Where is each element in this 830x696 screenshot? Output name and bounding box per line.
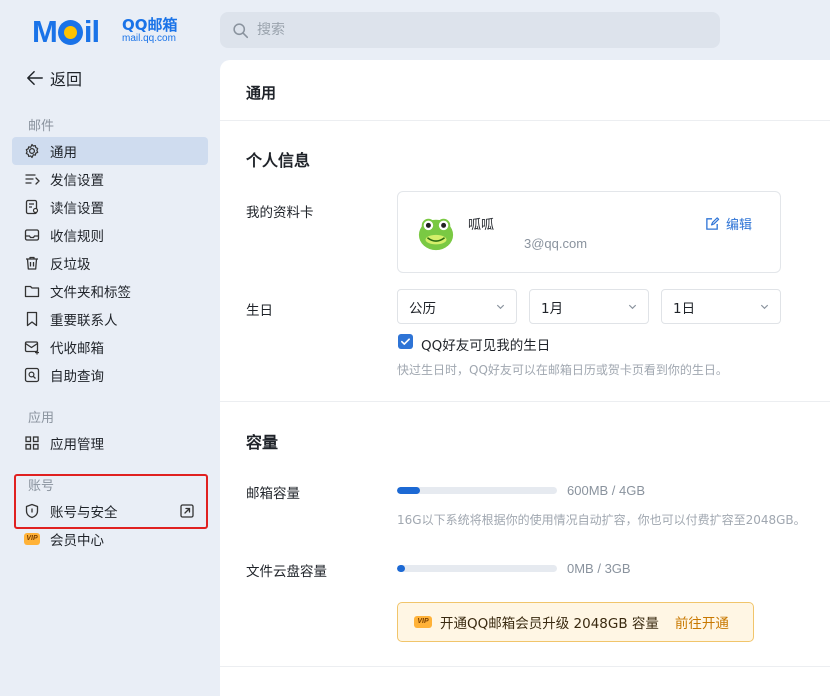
self-query-icon xyxy=(24,367,40,383)
sidebar-item-self-query[interactable]: 自助查询 xyxy=(12,361,208,389)
cloud-disk-capacity-value: 0MB / 3GB xyxy=(567,561,631,576)
sidebar-item-label: 发信设置 xyxy=(50,173,104,189)
mailbox-capacity-bar xyxy=(397,487,557,494)
sidebar-item-folders-tags[interactable]: 文件夹和标签 xyxy=(12,277,208,305)
sidebar-item-vip-center[interactable]: VIP 会员中心 xyxy=(12,525,208,553)
sidebar-item-general[interactable]: 通用 xyxy=(12,137,208,165)
chevron-down-icon xyxy=(760,304,769,310)
avatar xyxy=(418,218,454,251)
mailbox-collect-icon xyxy=(24,339,40,355)
email-address: 3@qq.com xyxy=(524,236,588,251)
cloud-disk-capacity-bar xyxy=(397,565,557,572)
nickname: 呱呱 xyxy=(468,218,495,233)
grid-icon xyxy=(24,435,40,451)
inbox-rules-icon xyxy=(24,227,40,243)
shield-icon xyxy=(24,503,40,519)
arrow-left-icon xyxy=(27,70,43,86)
sidebar-item-label: 重要联系人 xyxy=(50,313,118,329)
back-button[interactable]: 返回 xyxy=(26,66,82,90)
search-bar[interactable] xyxy=(220,12,720,48)
sidebar-item-label: 会员中心 xyxy=(50,533,104,549)
sidebar-item-label: 读信设置 xyxy=(50,201,104,217)
logo-brand-name: QQ邮箱 xyxy=(122,16,178,34)
settings-panel: 通用 个人信息 我的资料卡 呱呱 3@qq.com 编辑 生日 公历 1月 1日 xyxy=(220,60,830,696)
cloud-disk-capacity-label: 文件云盘容量 xyxy=(246,564,327,580)
chevron-down-icon xyxy=(496,304,505,310)
vip-upgrade-link[interactable]: 前往开通 xyxy=(675,612,729,632)
bookmark-icon xyxy=(24,311,40,327)
birthday-visible-label[interactable]: QQ好友可见我的生日 xyxy=(421,334,550,354)
logo-url: mail.qq.com xyxy=(122,33,176,44)
sidebar-item-anti-spam[interactable]: 反垃圾 xyxy=(12,249,208,277)
birthday-label: 生日 xyxy=(246,303,273,319)
page-title: 通用 xyxy=(246,84,277,102)
chevron-down-icon xyxy=(628,304,637,310)
section-label-mail: 邮件 xyxy=(28,119,55,134)
vip-upgrade-banner[interactable]: VIP 开通QQ邮箱会员升级 2048GB 容量 前往开通 xyxy=(397,602,754,642)
sidebar-item-label: 文件夹和标签 xyxy=(50,285,131,301)
calendar-type-value: 公历 xyxy=(409,300,436,317)
sidebar-item-read-settings[interactable]: 读信设置 xyxy=(12,193,208,221)
edit-label: 编辑 xyxy=(726,218,753,233)
sidebar-item-inbox-rules[interactable]: 收信规则 xyxy=(12,221,208,249)
birthday-day-select[interactable]: 1日 xyxy=(661,289,781,324)
mailbox-capacity-hint: 16G以下系统将根据你的使用情况自动扩容，你也可以付费扩容至2048GB。 xyxy=(397,513,806,527)
mailbox-capacity-value: 600MB / 4GB xyxy=(567,483,646,498)
divider xyxy=(220,401,830,402)
search-input[interactable] xyxy=(257,22,697,38)
logo-wordmark: Mil xyxy=(32,14,100,49)
profile-card: 呱呱 3@qq.com 编辑 xyxy=(397,191,781,273)
sidebar-item-label: 通用 xyxy=(50,145,77,161)
sidebar-item-label: 自助查询 xyxy=(50,369,104,385)
birthday-day-value: 1日 xyxy=(673,300,696,317)
edit-profile-button[interactable]: 编辑 xyxy=(705,214,752,233)
qq-mail-logo[interactable]: Mil QQ邮箱 mail.qq.com xyxy=(32,12,212,49)
birthday-hint: 快过生日时，QQ好友可以在邮箱日历或贺卡页看到你的生日。 xyxy=(397,363,728,377)
vip-icon: VIP xyxy=(24,531,40,547)
trash-icon xyxy=(24,255,40,271)
section-label-apps: 应用 xyxy=(28,411,55,426)
checkmark-icon xyxy=(401,338,410,345)
back-label: 返回 xyxy=(50,70,83,89)
sidebar-item-app-management[interactable]: 应用管理 xyxy=(12,429,208,457)
cloud-disk-capacity-fill xyxy=(397,565,405,572)
vip-icon: VIP xyxy=(414,616,432,628)
section-label-account: 账号 xyxy=(28,479,55,494)
divider xyxy=(220,666,830,667)
sidebar-item-label: 应用管理 xyxy=(50,437,104,453)
personal-info-heading: 个人信息 xyxy=(246,151,311,170)
send-settings-icon xyxy=(24,171,40,187)
mailbox-capacity-fill xyxy=(397,487,421,494)
sidebar-item-label: 代收邮箱 xyxy=(50,341,104,357)
folder-icon xyxy=(24,283,40,299)
gear-icon xyxy=(24,143,40,159)
edit-icon xyxy=(706,217,720,230)
calendar-type-select[interactable]: 公历 xyxy=(397,289,517,324)
sidebar-item-important-contacts[interactable]: 重要联系人 xyxy=(12,305,208,333)
sidebar-item-mail-collect[interactable]: 代收邮箱 xyxy=(12,333,208,361)
sidebar-item-label: 收信规则 xyxy=(50,229,104,245)
read-settings-icon xyxy=(24,199,40,215)
search-icon xyxy=(233,22,249,38)
sidebar-item-label: 反垃圾 xyxy=(50,257,91,273)
capacity-heading: 容量 xyxy=(246,433,279,452)
mailbox-capacity-label: 邮箱容量 xyxy=(246,486,300,502)
divider xyxy=(220,120,830,121)
birthday-month-value: 1月 xyxy=(541,300,564,317)
profile-card-label: 我的资料卡 xyxy=(246,205,314,221)
sidebar-item-account-security[interactable]: 账号与安全 xyxy=(12,497,208,525)
birthday-visible-checkbox[interactable] xyxy=(398,334,413,349)
vip-badge: VIP xyxy=(24,533,40,545)
external-link-icon[interactable] xyxy=(180,504,194,518)
vip-upgrade-text: 开通QQ邮箱会员升级 2048GB 容量 xyxy=(440,616,659,632)
birthday-month-select[interactable]: 1月 xyxy=(529,289,649,324)
sidebar-item-label: 账号与安全 xyxy=(50,505,118,521)
sidebar-item-send-settings[interactable]: 发信设置 xyxy=(12,165,208,193)
